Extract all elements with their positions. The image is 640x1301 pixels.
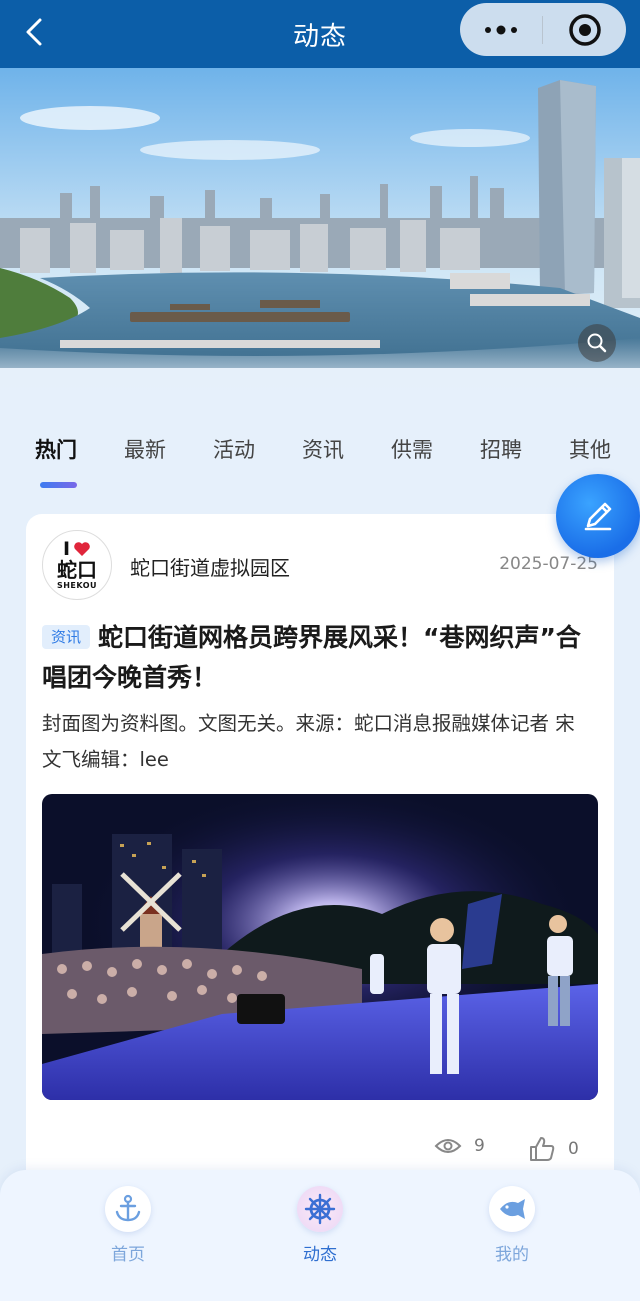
page-title: 动态 (292, 21, 347, 52)
category-badge: 资讯 (42, 625, 91, 649)
back-button[interactable] (14, 12, 54, 52)
tab-news[interactable]: 资讯 (302, 434, 344, 464)
banner-image[interactable] (0, 68, 640, 395)
nav-mine-label: 我的 (495, 1245, 529, 1265)
avatar[interactable]: I 蛇口 SHEKOU (42, 530, 112, 600)
new-post-button[interactable] (556, 474, 640, 558)
nav-mine[interactable]: 我的 (467, 1186, 557, 1265)
concert-photo (42, 794, 598, 1100)
eye-icon (434, 1139, 462, 1153)
search-icon (587, 333, 607, 353)
nav-feed-label: 动态 (303, 1245, 337, 1265)
pencil-edit-icon (584, 502, 612, 531)
thumbs-up-icon (530, 1137, 555, 1161)
view-count: 9 (434, 1136, 485, 1156)
anchor-icon (115, 1194, 141, 1222)
more-button[interactable] (460, 3, 542, 56)
tab-latest[interactable]: 最新 (124, 434, 166, 464)
view-count-value: 9 (474, 1136, 485, 1156)
post-summary: 封面图为资料图。文图无关。来源：蛇口消息报融媒体记者 宋文飞编辑：lee (42, 712, 575, 771)
like-count-value: 0 (568, 1139, 579, 1159)
post-photo[interactable] (42, 794, 598, 1100)
tab-recruitment[interactable]: 招聘 (480, 434, 522, 464)
close-mini-program-button[interactable] (543, 3, 626, 56)
chevron-left-icon (26, 18, 42, 46)
tab-hot[interactable]: 热门 (35, 434, 77, 464)
nav-home[interactable]: 首页 (83, 1186, 173, 1265)
mini-program-capsule (460, 3, 626, 56)
zoom-button[interactable] (578, 324, 616, 362)
post-date: 2025-07-25 (499, 554, 598, 574)
author-name[interactable]: 蛇口街道虚拟园区 (130, 552, 290, 581)
category-tabs: 热门 最新 活动 资讯 供需 招聘 其他 (0, 428, 640, 488)
nav-feed[interactable]: 动态 (275, 1186, 365, 1265)
tab-activity[interactable]: 活动 (213, 434, 255, 464)
like-button[interactable]: 0 (528, 1136, 579, 1162)
record-circle-icon (568, 13, 601, 46)
nav-home-label: 首页 (111, 1245, 145, 1265)
avatar-caption: SHEKOU (56, 581, 98, 590)
heart-icon (74, 542, 90, 556)
avatar-text: 蛇口 (57, 558, 97, 582)
tab-supply-demand[interactable]: 供需 (391, 434, 433, 464)
post-card[interactable]: I 蛇口 SHEKOU 蛇口街道虚拟园区 2025-07-25 资讯 蛇口街道网格… (26, 514, 614, 1234)
ship-wheel-icon (304, 1193, 336, 1225)
avatar-letter: I (62, 538, 71, 560)
top-bar: 动态 (0, 0, 640, 68)
post-title: 蛇口街道网格员跨界展风采！“巷网织声”合唱团今晚首秀！ (42, 623, 581, 692)
active-tab-indicator (40, 482, 77, 488)
tab-other[interactable]: 其他 (569, 434, 611, 464)
fish-icon (500, 1199, 525, 1219)
more-dots-icon (485, 25, 517, 34)
city-harbor-illustration (0, 68, 640, 395)
bottom-navigation: 首页 动态 我的 (0, 1170, 640, 1301)
post-title-row[interactable]: 资讯 蛇口街道网格员跨界展风采！“巷网织声”合唱团今晚首秀！ (42, 618, 588, 698)
